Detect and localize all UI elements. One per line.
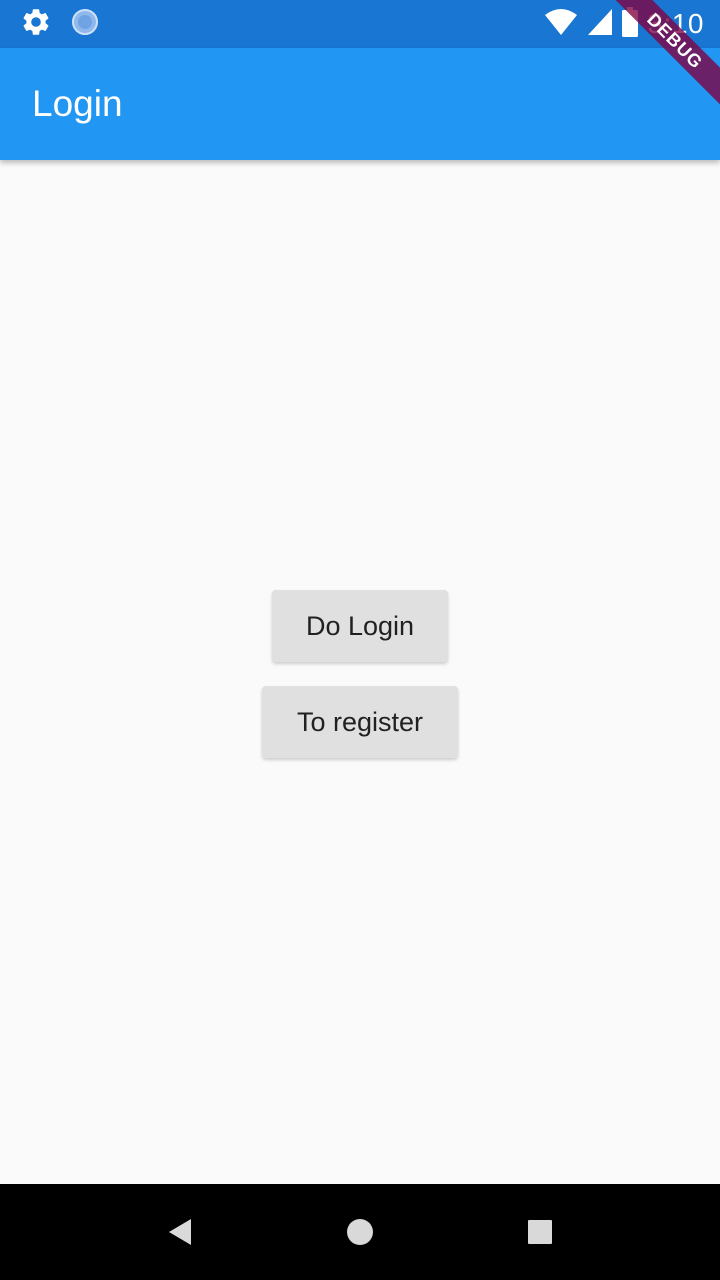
page-title: Login — [32, 83, 123, 124]
to-register-button[interactable]: To register — [262, 686, 458, 758]
wifi-icon — [544, 8, 578, 41]
home-icon[interactable] — [336, 1208, 384, 1256]
battery-icon — [621, 6, 638, 42]
main-content: Do Login To register — [0, 160, 720, 1184]
sync-icon — [70, 7, 100, 42]
status-right-icons: 3:10 — [544, 6, 705, 42]
navigation-bar — [0, 1184, 720, 1280]
status-bar: 3:10 — [0, 0, 720, 48]
do-login-button[interactable]: Do Login — [272, 590, 448, 662]
signal-icon — [587, 8, 612, 40]
recents-icon[interactable] — [516, 1208, 564, 1256]
back-icon[interactable] — [156, 1208, 204, 1256]
status-time: 3:10 — [647, 8, 704, 39]
gear-icon — [20, 6, 52, 43]
app-bar: Login — [0, 48, 720, 160]
status-left-icons — [20, 8, 100, 40]
